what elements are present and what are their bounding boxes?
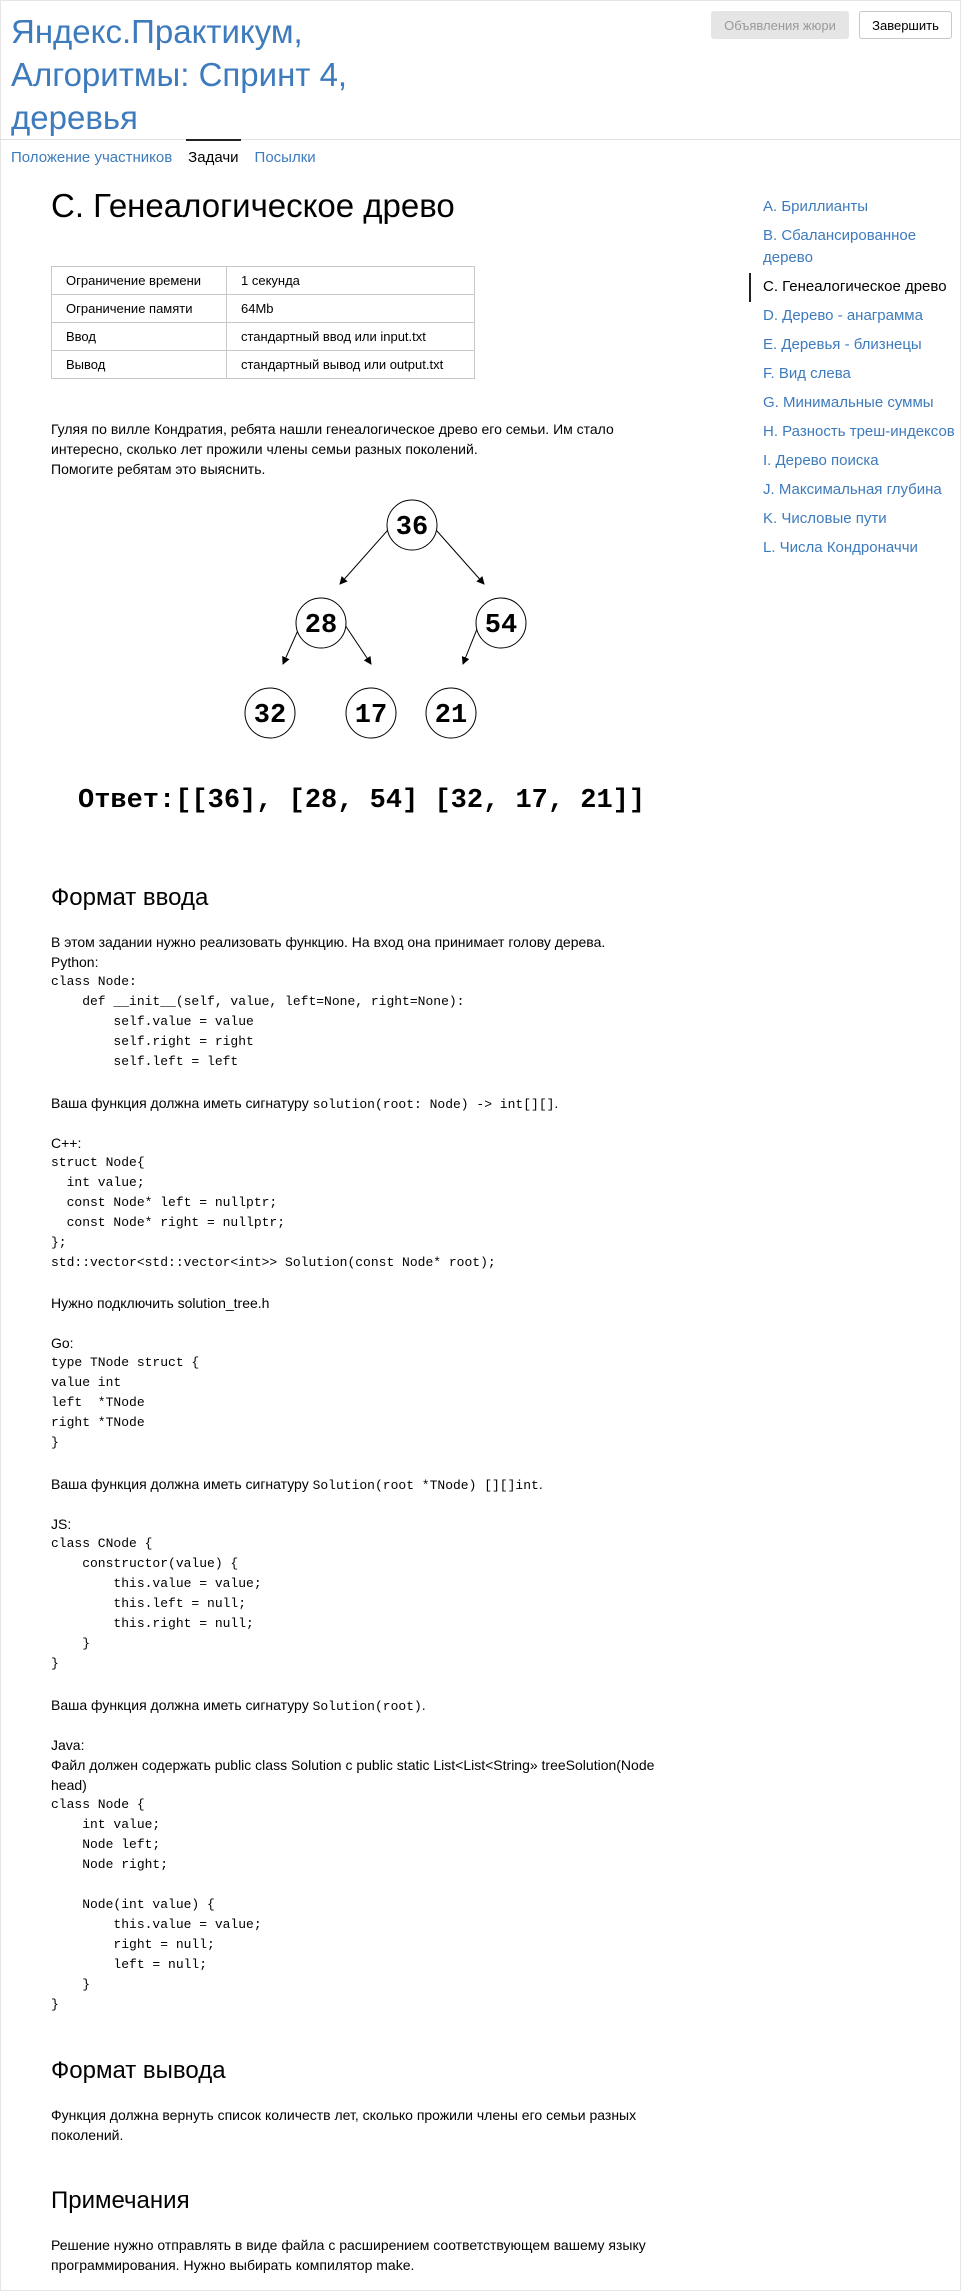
limit-key: Вывод <box>51 350 227 379</box>
statement-text: Помогите ребятам это выяснить. <box>51 461 266 477</box>
python-signature: Ваша функция должна иметь сигнатуру solu… <box>51 1093 671 1115</box>
notes-text: Решение нужно отправлять в виде файла с … <box>51 2237 646 2273</box>
tab-standings[interactable]: Положение участников <box>11 140 172 172</box>
java-note: Файл должен содержать public class Solut… <box>51 1757 655 1793</box>
sidebar-item-b[interactable]: B. Сбалансированное дерево <box>749 222 959 273</box>
output-format-heading: Формат вывода <box>51 2057 226 2084</box>
table-row: Вывод стандартный вывод или output.txt <box>51 350 475 379</box>
input-format-heading: Формат ввода <box>51 884 209 911</box>
limit-key: Ограничение времени <box>51 266 227 295</box>
tree-node-label: 21 <box>435 701 467 731</box>
problems-sidebar: A. Бриллианты B. Сбалансированное дерево… <box>749 193 959 563</box>
table-row: Ограничение времени 1 секунда <box>51 266 475 295</box>
tree-node-label: 17 <box>355 701 387 731</box>
signature-text: . <box>538 1476 543 1492</box>
go-label: Go: <box>51 1335 74 1351</box>
python-label: Python: <box>51 954 99 970</box>
announcements-button[interactable]: Объявления жюри <box>711 11 849 39</box>
signature-code: Solution(root *TNode) [][]int <box>312 1478 539 1493</box>
problem-title: C. Генеалогическое древо <box>51 187 455 224</box>
sidebar-item-a[interactable]: A. Бриллианты <box>749 193 959 222</box>
sidebar-item-i[interactable]: I. Дерево поиска <box>749 447 959 476</box>
notes-heading: Примечания <box>51 2187 190 2214</box>
sidebar-item-l[interactable]: L. Числа Кондроначчи <box>749 534 959 563</box>
statement-text: Гуляя по вилле Кондратия, ребята нашли г… <box>51 421 614 457</box>
tree-edge <box>339 521 396 585</box>
limit-value: 64Mb <box>226 294 475 323</box>
signature-text: Ваша функция должна иметь сигнатуру <box>51 1697 313 1713</box>
js-code: class CNode { constructor(value) { this.… <box>51 1536 262 1671</box>
go-signature: Ваша функция должна иметь сигнатуру Solu… <box>51 1474 671 1496</box>
sidebar-item-f[interactable]: F. Вид слева <box>749 360 959 389</box>
contest-title[interactable]: Яндекс.Практикум, Алгоритмы: Спринт 4, д… <box>11 10 431 139</box>
tree-edge <box>428 521 485 585</box>
limit-key: Ввод <box>51 322 227 351</box>
tree-node-label: 36 <box>396 513 428 543</box>
tree-node-label: 32 <box>254 701 286 731</box>
output-format-text: Функция должна вернуть список количеств … <box>51 2107 637 2143</box>
sidebar-item-j[interactable]: J. Максимальная глубина <box>749 476 959 505</box>
limit-value: стандартный ввод или input.txt <box>226 322 475 351</box>
tab-problems[interactable]: Задачи <box>186 139 241 172</box>
limit-key: Ограничение памяти <box>51 294 227 323</box>
go-code: type TNode struct { value int left *TNod… <box>51 1355 200 1450</box>
cpp-code: struct Node{ int value; const Node* left… <box>51 1155 496 1270</box>
limit-value: стандартный вывод или output.txt <box>226 350 475 379</box>
finish-button[interactable]: Завершить <box>859 11 952 39</box>
signature-text: Ваша функция должна иметь сигнатуру <box>51 1476 313 1492</box>
header: Яндекс.Практикум, Алгоритмы: Спринт 4, д… <box>0 0 961 140</box>
tab-submissions[interactable]: Посылки <box>255 140 316 172</box>
sidebar-item-c[interactable]: C. Генеалогическое древо <box>749 273 959 302</box>
signature-code: solution(root: Node) -> int[][] <box>312 1097 555 1112</box>
limits-table: Ограничение времени 1 секунда Ограничени… <box>51 266 475 379</box>
input-intro: В этом задании нужно реализовать функцию… <box>51 934 606 950</box>
limit-value: 1 секунда <box>226 266 475 295</box>
sidebar-item-d[interactable]: D. Дерево - анаграмма <box>749 302 959 331</box>
example-answer: Ответ:[[36], [28, 54] [32, 17, 21]] <box>78 786 646 816</box>
sidebar-item-e[interactable]: E. Деревья - близнецы <box>749 331 959 360</box>
java-label: Java: <box>51 1737 85 1753</box>
js-label: JS: <box>51 1516 72 1532</box>
problem-statement: Гуляя по вилле Кондратия, ребята нашли г… <box>51 419 651 479</box>
tree-node-label: 54 <box>485 611 517 641</box>
js-signature: Ваша функция должна иметь сигнатуру Solu… <box>51 1695 671 1717</box>
contest-tabs: Положение участников Задачи Посылки <box>11 139 332 172</box>
sidebar-item-h[interactable]: H. Разность треш-индексов <box>749 418 959 447</box>
signature-text: . <box>421 1697 426 1713</box>
java-code: class Node { int value; Node left; Node … <box>51 1797 262 2012</box>
tree-node-label: 28 <box>305 611 337 641</box>
table-row: Ограничение памяти 64Mb <box>51 294 475 323</box>
cpp-note: Нужно подключить solution_tree.h <box>51 1295 270 1311</box>
signature-text: Ваша функция должна иметь сигнатуру <box>51 1095 313 1111</box>
sidebar-item-k[interactable]: K. Числовые пути <box>749 505 959 534</box>
signature-code: Solution(root) <box>312 1699 422 1714</box>
sidebar-item-g[interactable]: G. Минимальные суммы <box>749 389 959 418</box>
signature-text: . <box>554 1095 559 1111</box>
table-row: Ввод стандартный ввод или input.txt <box>51 322 475 351</box>
python-code: class Node: def __init__(self, value, le… <box>51 974 465 1069</box>
tree-diagram: 36 28 54 32 17 21 <box>244 499 527 739</box>
cpp-label: C++: <box>51 1135 82 1151</box>
